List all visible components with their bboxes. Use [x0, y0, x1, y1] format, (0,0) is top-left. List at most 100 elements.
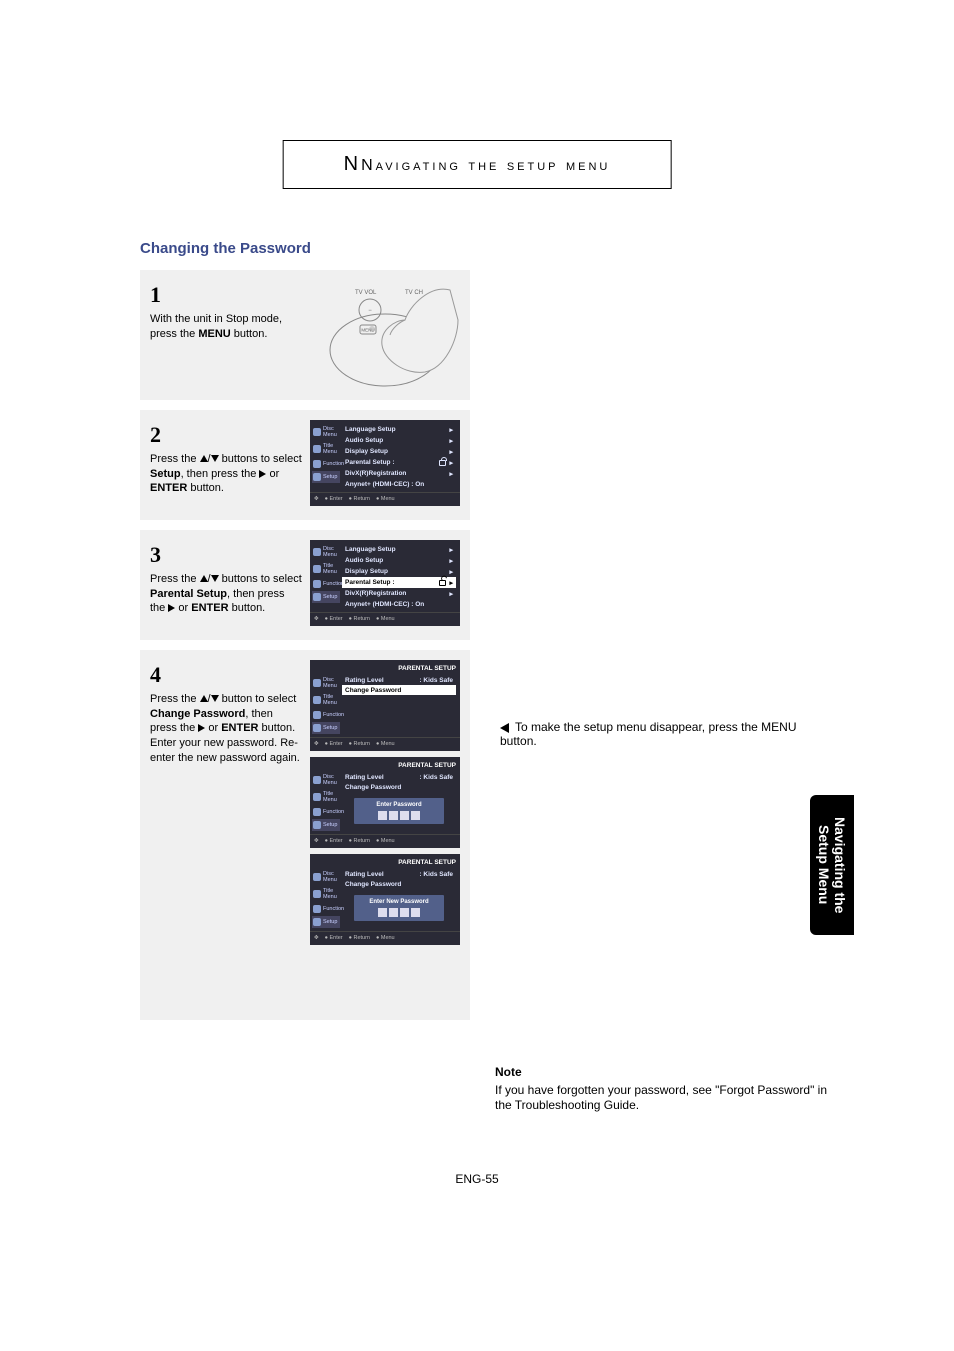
footer-return: Return [353, 616, 370, 622]
sidebar-item-label: Disc Menu [323, 426, 339, 438]
lock-icon [439, 460, 446, 466]
footer-menu: Menu [381, 838, 395, 844]
step-text: Press the [150, 453, 200, 465]
chevron-right-icon: ▸ [449, 568, 453, 576]
footer-enter: Enter [329, 741, 342, 747]
step-text: button. [187, 482, 224, 494]
chevron-right-icon: ▸ [449, 546, 453, 554]
step-text: or [266, 468, 279, 480]
menu-value: : Kids Safe [419, 871, 453, 878]
footer-menu: Menu [381, 496, 395, 502]
menu-item: Language Setup [345, 546, 396, 553]
disc-icon [313, 428, 321, 436]
chevron-right-icon: ▸ [449, 437, 453, 445]
sidebar-item-label: Disc Menu [323, 546, 339, 558]
menu-item: Audio Setup [345, 437, 383, 444]
sidebar-item-label: Function [323, 809, 344, 815]
step-number: 3 [150, 540, 302, 570]
step-text: Change Password [150, 708, 245, 720]
title-icon [313, 696, 321, 704]
step-3: 3 Press the / buttons to select Parental… [140, 530, 470, 640]
menu-item: Display Setup [345, 448, 388, 455]
step-text: buttons to select [219, 573, 302, 585]
footer-return: Return [353, 496, 370, 502]
menu-item: DivX(R)Registration [345, 590, 406, 597]
up-arrow-icon [200, 455, 208, 462]
osd-footer: ✥ ● Enter ● Return ● Menu [310, 492, 460, 502]
section-header: NNavigating the setup menu [283, 140, 672, 189]
menu-value: : Kids Safe [419, 677, 453, 684]
sidebar-item-label: Title Menu [323, 563, 339, 575]
note-block: Note If you have forgotten your password… [495, 1065, 835, 1114]
menu-item: Parental Setup : [345, 459, 394, 466]
step-text: button. [231, 328, 268, 340]
footer-return: Return [353, 838, 370, 844]
note-heading: Note [495, 1065, 835, 1081]
step-number: 4 [150, 660, 302, 690]
step-text: ENTER [221, 722, 258, 734]
function-icon [313, 460, 321, 468]
step-number: 1 [150, 280, 302, 310]
step-text: Press the [150, 573, 200, 585]
header-text: Navigating the setup menu [361, 157, 610, 174]
menu-item: Change Password [345, 881, 401, 888]
menu-item: Rating Level [345, 677, 384, 684]
step-1: 1 With the unit in Stop mode, press the … [140, 270, 470, 400]
step-text: MENU [198, 328, 230, 340]
footer-return: Return [353, 741, 370, 747]
function-icon [313, 905, 321, 913]
sidebar-item-label: Setup [323, 594, 337, 600]
menu-item-selected: Change Password [345, 687, 401, 694]
setup-icon [313, 724, 321, 732]
footer-menu: Menu [381, 741, 395, 747]
note-body: If you have forgotten your password, see… [495, 1083, 827, 1113]
step-text: Press the [150, 693, 200, 705]
menu-item: Anynet+ (HDMI-CEC) : On [345, 481, 424, 488]
step-4: 4 Press the / button to select Change Pa… [140, 650, 470, 1020]
down-arrow-icon [211, 695, 219, 702]
step-2: 2 Press the / buttons to select Setup, t… [140, 410, 470, 520]
setup-icon [313, 593, 321, 601]
tv-vol-label: TV VOL [355, 290, 377, 296]
remote-illustration: − TV VOL TV CH MENU [310, 280, 460, 390]
dpad-icon: ✥ [314, 496, 319, 502]
password-boxes [354, 811, 444, 820]
title-icon [313, 565, 321, 573]
chevron-right-icon: ▸ [449, 448, 453, 456]
panel-title: PARENTAL SETUP [310, 858, 460, 869]
down-arrow-icon [211, 575, 219, 582]
osd-setup-panel: Disc Menu Title Menu Function Setup Lang… [310, 420, 460, 506]
enter-new-password-dialog: Enter New Password [354, 895, 444, 921]
steps-container: 1 With the unit in Stop mode, press the … [140, 270, 470, 1030]
sidebar-item-label: Title Menu [323, 694, 339, 706]
step-text: Setup [150, 468, 181, 480]
footer-return: Return [353, 935, 370, 941]
dialog-title: Enter New Password [354, 899, 444, 905]
footer-enter: Enter [329, 838, 342, 844]
menu-item: DivX(R)Registration [345, 470, 406, 477]
sidebar-item-label: Setup [323, 725, 337, 731]
osd-enter-password-panel: PARENTAL SETUP Disc Menu Title Menu Func… [310, 757, 460, 848]
left-arrow-icon [500, 723, 509, 733]
title-icon [313, 793, 321, 801]
sidebar-item-label: Function [323, 581, 344, 587]
step-text: or [205, 722, 221, 734]
side-tab: Navigating theSetup Menu [810, 795, 854, 935]
note-text: To make the setup menu disappear, press … [500, 720, 796, 748]
section-title: Changing the Password [140, 240, 311, 257]
osd-footer: ✥ ● Enter ● Return ● Menu [310, 931, 460, 941]
menu-item: Rating Level [345, 871, 384, 878]
sidebar-item-label: Title Menu [323, 888, 339, 900]
step-text: , then press the [181, 468, 260, 480]
close-menu-note: To make the setup menu disappear, press … [500, 720, 820, 748]
down-arrow-icon [211, 455, 219, 462]
footer-enter: Enter [329, 496, 342, 502]
dpad-icon: ✥ [314, 935, 319, 941]
step-text: buttons to select [219, 453, 302, 465]
title-icon [313, 890, 321, 898]
panel-title: PARENTAL SETUP [310, 664, 460, 675]
sidebar-item-label: Function [323, 906, 344, 912]
menu-item-selected: Parental Setup : [345, 579, 394, 586]
step-text: ENTER [191, 602, 228, 614]
chevron-right-icon: ▸ [449, 557, 453, 565]
